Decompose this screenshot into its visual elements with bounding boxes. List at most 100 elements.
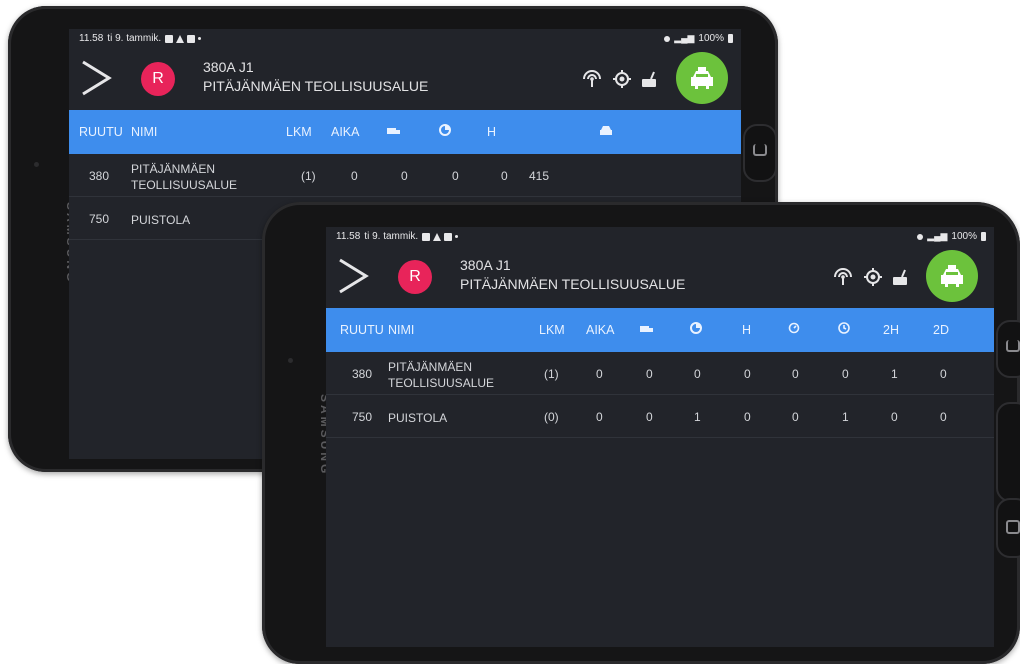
gps-icon[interactable] [613,70,631,88]
route-name: PITÄJÄNMÄEN TEOLLISUUSALUE [203,78,429,94]
app-header: R 380A J1 PITÄJÄNMÄEN TEOLLISUUSALUE [69,48,741,110]
cell-lkm: (1) [544,367,559,381]
cell-h: 0 [744,410,751,424]
route-code: 380A J1 [460,257,511,273]
cell-nimi-line2: TEOLLISUUSALUE [388,376,495,390]
status-time: 11.58 [336,231,361,242]
front-sensor [288,358,293,363]
truck-icon[interactable] [387,126,401,136]
table-row[interactable]: 750 PUISTOLA (0) 0 0 1 0 0 1 0 0 [326,395,994,438]
battery-level: 100% [698,33,724,44]
col-aika[interactable]: AIKA [586,323,615,337]
col-h[interactable]: H [742,323,751,337]
col-lkm[interactable]: LKM [539,323,565,337]
cell-2d: 0 [940,410,947,424]
table-header: RUUTU NIMI LKM AIKA H [69,110,741,154]
app-header: R 380A J1 PITÄJÄNMÄEN TEOLLISUUSALUE [326,246,994,308]
taximeter-icon[interactable] [892,268,908,286]
status-bar: 11.58 ti 9. tammik. ▂▄▆ 100% [69,29,741,48]
car-icon[interactable] [599,125,613,137]
col-h[interactable]: H [487,125,496,139]
back-hw-icon [753,144,767,156]
col-nimi[interactable]: NIMI [388,323,414,337]
col-ruutu[interactable]: RUUTU [340,323,384,337]
status-date: ti 9. tammik. [107,33,162,44]
cell-aika: 0 [596,410,603,424]
app-icon [187,34,196,43]
cell-lkm: (0) [544,410,559,424]
truck-icon[interactable] [640,324,654,334]
cell-car: 415 [529,169,550,183]
app-icon [444,232,453,241]
cell-pie: 0 [452,169,459,183]
cell-nimi: PUISTOLA [131,213,191,227]
avatar[interactable]: R [141,62,175,96]
front-screen: 11.58 ti 9. tammik. ▂▄▆ 100% R 380A J1 P… [326,227,994,647]
cell-ruutu: 380 [352,367,373,381]
cell-2h: 0 [891,410,898,424]
front-sensor [34,162,39,167]
table-header: RUUTU NIMI LKM AIKA H 2H 2D [326,308,994,352]
col-ruutu[interactable]: RUUTU [79,125,123,139]
cell-2d: 0 [940,367,947,381]
header-icons [581,70,657,88]
cell-ruutu: 750 [89,212,110,226]
warning-icon [176,34,185,43]
pie-icon[interactable] [439,124,451,136]
col-nimi[interactable]: NIMI [131,125,157,139]
back-button-hw[interactable] [996,320,1020,378]
col-2h[interactable]: 2H [883,323,899,337]
chevron-right-icon[interactable] [334,256,370,296]
timer-icon[interactable] [788,322,800,334]
home-button-hw[interactable] [996,402,1020,502]
cell-aika: 0 [351,169,358,183]
pie-icon[interactable] [690,322,702,334]
status-bar: 11.58 ti 9. tammik. ▂▄▆ 100% [326,227,994,246]
table-row[interactable]: 380 PITÄJÄNMÄEN TEOLLISUUSALUE (1) 0 0 0… [69,154,741,197]
taxi-status-button[interactable] [926,250,978,302]
warning-icon [433,232,442,241]
more-dot-icon [455,235,459,238]
cell-nimi: PUISTOLA [388,411,448,425]
taxi-icon [691,67,713,89]
back-button-hw[interactable] [743,124,777,182]
signal-icon: ▂▄▆ [674,33,695,43]
col-2d[interactable]: 2D [933,323,949,337]
cell-clock: 1 [842,410,849,424]
gps-icon[interactable] [864,268,882,286]
location-icon [664,35,671,42]
cell-nimi-line1: PITÄJÄNMÄEN [388,360,473,374]
col-lkm[interactable]: LKM [286,125,312,139]
cell-truck: 0 [646,367,653,381]
antenna-icon[interactable] [832,268,854,286]
cell-nimi-line1: PITÄJÄNMÄEN [131,162,216,176]
cell-pie: 1 [694,410,701,424]
cell-aika: 0 [596,367,603,381]
cell-h: 0 [501,169,508,183]
front-tablet: SAMSUNG 11.58 ti 9. tammik. ▂▄▆ 100% R 3… [262,202,1020,664]
back-hw-icon [1006,340,1020,352]
cell-truck: 0 [646,410,653,424]
avatar[interactable]: R [398,260,432,294]
table-row[interactable]: 380 PITÄJÄNMÄEN TEOLLISUUSALUE (1) 0 0 0… [326,352,994,395]
recents-button-hw[interactable] [996,498,1020,558]
route-info: 380A J1 PITÄJÄNMÄEN TEOLLISUUSALUE [203,58,428,96]
chevron-right-icon[interactable] [77,58,113,98]
more-dot-icon [198,37,202,40]
route-info: 380A J1 PITÄJÄNMÄEN TEOLLISUUSALUE [460,256,685,294]
taxi-status-button[interactable] [676,52,728,104]
route-code: 380A J1 [203,59,254,75]
status-date: ti 9. tammik. [364,231,419,242]
route-name: PITÄJÄNMÄEN TEOLLISUUSALUE [460,276,686,292]
taximeter-icon[interactable] [641,70,657,88]
cell-nimi-line2: TEOLLISUUSALUE [131,178,238,192]
antenna-icon[interactable] [581,70,603,88]
image-icon [165,34,174,43]
taxi-icon [941,265,963,287]
col-aika[interactable]: AIKA [331,125,360,139]
cell-nimi: PITÄJÄNMÄEN TEOLLISUUSALUE [131,161,237,193]
signal-icon: ▂▄▆ [927,231,948,241]
clock-icon[interactable] [838,322,850,334]
battery-level: 100% [951,231,977,242]
header-icons [832,268,908,286]
